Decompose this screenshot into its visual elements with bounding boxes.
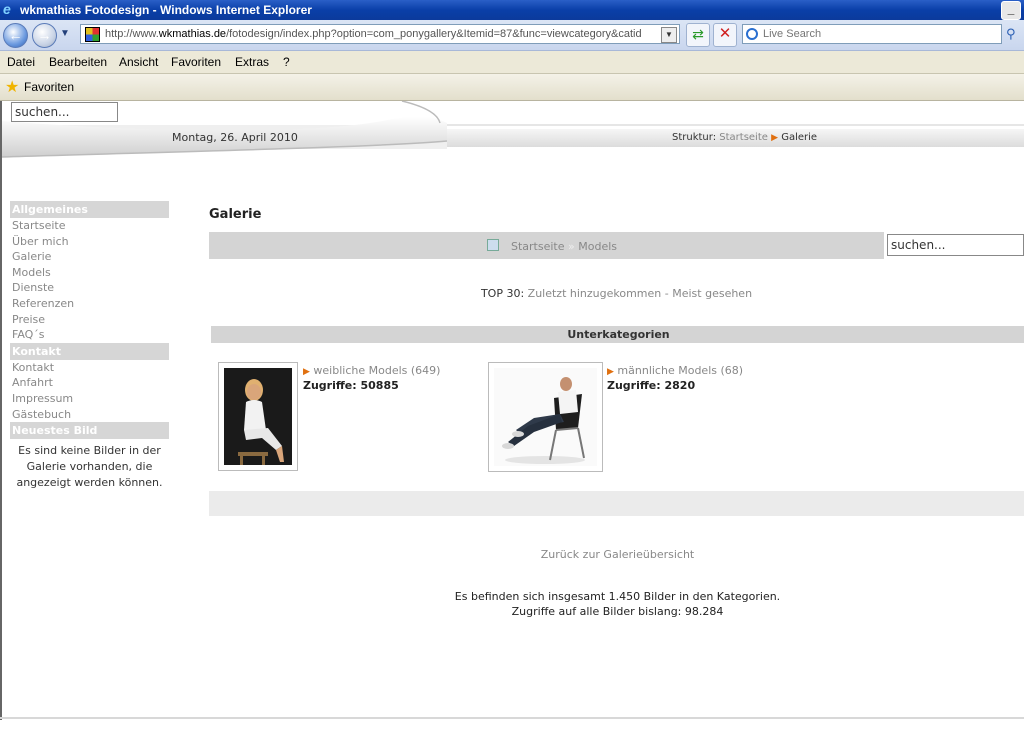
sidebar-item-referenzen[interactable]: Referenzen — [10, 296, 169, 312]
sidebar-heading-kontakt: Kontakt — [10, 342, 169, 360]
sidebar-item-dienste[interactable]: Dienste — [10, 280, 169, 296]
menu-extras[interactable]: Extras — [235, 55, 269, 69]
category-thumbnail-male[interactable] — [488, 362, 603, 472]
breadcrumb: Struktur: Startseite ▶ Galerie — [447, 129, 1024, 147]
breadcrumb-home-link[interactable]: Startseite — [719, 132, 768, 143]
latest-added-link[interactable]: Zuletzt hinzugekommen — [528, 287, 662, 300]
category-info-male: ▶ männliche Models (68) Zugriffe: 2820 — [607, 364, 743, 392]
forward-arrow-icon: → — [37, 27, 52, 43]
page-title: Galerie — [209, 207, 262, 222]
category-link-female[interactable]: weibliche Models (649) — [313, 364, 440, 377]
gallery-breadcrumb-bar: Startseite » Models — [209, 232, 884, 259]
address-dropdown-icon[interactable]: ▼ — [661, 27, 677, 43]
minimize-button[interactable]: _ — [1001, 1, 1021, 20]
address-url[interactable]: http://www.wkmathias.de/fotodesign/index… — [105, 28, 660, 40]
refresh-icon: ⇄ — [692, 26, 704, 42]
breadcrumb-arrow-icon: ▶ — [771, 133, 779, 143]
breadcrumb-label: Struktur: — [672, 132, 717, 143]
stop-button[interactable]: ✕ — [713, 23, 737, 47]
subcategories-heading: Unterkategorien — [211, 326, 1024, 343]
gallery-stats: Es befinden sich insgesamt 1.450 Bilder … — [209, 589, 1024, 619]
menu-bearbeiten[interactable]: Bearbeiten — [49, 55, 107, 69]
sidebar-item-gaestebuch[interactable]: Gästebuch — [10, 407, 169, 423]
menu-bar: Datei Bearbeiten Ansicht Favoriten Extra… — [0, 51, 1024, 74]
site-favicon-icon — [85, 27, 100, 42]
newest-image-message: Es sind keine Bilder in der Galerie vorh… — [16, 444, 163, 490]
sidebar-item-ueber-mich[interactable]: Über mich — [10, 234, 169, 250]
menu-ansicht[interactable]: Ansicht — [119, 55, 158, 69]
address-bar[interactable]: http://www.wkmathias.de/fotodesign/index… — [80, 24, 680, 44]
sidebar-heading-allgemeines: Allgemeines — [10, 201, 169, 218]
female-model-photo — [224, 368, 292, 465]
live-search-input[interactable] — [763, 27, 993, 41]
search-magnifier-icon[interactable]: ⚲ — [1006, 26, 1016, 42]
sidebar-item-startseite[interactable]: Startseite — [10, 218, 169, 234]
top30-links: TOP 30: Zuletzt hinzugekommen - Meist ge… — [209, 287, 1024, 300]
sidebar-item-galerie[interactable]: Galerie — [10, 249, 169, 265]
favorites-button[interactable]: Favoriten — [24, 80, 74, 94]
sidebar-item-preise[interactable]: Preise — [10, 312, 169, 328]
forward-button[interactable]: → — [32, 23, 57, 48]
live-search-logo-icon — [746, 28, 758, 40]
menu-datei[interactable]: Datei — [7, 55, 35, 69]
status-bar-edge — [0, 717, 1024, 719]
window-titlebar: e wkmathias Fotodesign - Windows Interne… — [0, 0, 1024, 20]
sidebar-item-impressum[interactable]: Impressum — [10, 391, 169, 407]
category-arrow-icon: ▶ — [607, 367, 614, 377]
top30-label: TOP 30: — [480, 287, 525, 300]
category-hits-female: Zugriffe: 50885 — [303, 379, 399, 392]
page-content: Montag, 26. April 2010 Struktur: Startse… — [0, 101, 1024, 720]
breadcrumb-current: Galerie — [781, 132, 818, 143]
sidebar-item-faq[interactable]: FAQ´s — [10, 327, 169, 343]
category-hits-male: Zugriffe: 2820 — [607, 379, 696, 392]
gallery-search-input[interactable] — [887, 234, 1024, 256]
history-dropdown-icon[interactable]: ▼ — [60, 28, 70, 39]
top30-separator: - — [661, 287, 673, 300]
back-button[interactable]: ← — [3, 23, 28, 48]
category-arrow-icon: ▶ — [303, 367, 310, 377]
back-arrow-icon: ← — [8, 27, 23, 43]
header-search-input[interactable] — [11, 102, 118, 122]
sidebar-heading-neuestes-bild: Neuestes Bild — [10, 422, 169, 440]
live-search-box — [742, 24, 1002, 44]
male-model-photo — [494, 368, 597, 466]
sidebar-item-anfahrt[interactable]: Anfahrt — [10, 375, 169, 391]
window-title: wkmathias Fotodesign - Windows Internet … — [20, 3, 312, 17]
stop-icon: ✕ — [718, 25, 732, 42]
stats-total-images: Es befinden sich insgesamt 1.450 Bilder … — [454, 590, 781, 603]
sidebar-item-models[interactable]: Models — [10, 265, 169, 281]
favorites-bar: ★ Favoriten — [0, 74, 1024, 101]
pagination-strip — [209, 491, 1024, 516]
site-header: Montag, 26. April 2010 Struktur: Startse… — [2, 101, 1024, 161]
favorites-star-icon[interactable]: ★ — [5, 77, 19, 97]
navigation-bar: ← → ▼ http://www.wkmathias.de/fotodesign… — [0, 20, 1024, 51]
category-thumbnail-female[interactable] — [218, 362, 298, 471]
current-date: Montag, 26. April 2010 — [172, 131, 298, 144]
gallery-crumb-home[interactable]: Startseite — [511, 240, 565, 253]
category-link-male[interactable]: männliche Models (68) — [617, 364, 743, 377]
menu-help[interactable]: ? — [283, 55, 290, 69]
sidebar-item-kontakt[interactable]: Kontakt — [10, 360, 169, 376]
gallery-crumb-current: Models — [578, 240, 618, 253]
most-viewed-link[interactable]: Meist gesehen — [672, 287, 752, 300]
category-info-female: ▶ weibliche Models (649) Zugriffe: 50885 — [303, 364, 440, 392]
back-to-gallery-link[interactable]: Zurück zur Galerieübersicht — [209, 548, 1024, 561]
sidebar: Allgemeines Startseite Über mich Galerie… — [10, 201, 169, 491]
refresh-button[interactable]: ⇄ — [686, 23, 710, 47]
gallery-crumb-separator: » — [568, 240, 575, 253]
stats-total-hits: Zugriffe auf alle Bilder bislang: 98.284 — [511, 605, 724, 618]
ie-logo-icon: e — [3, 1, 11, 17]
gallery-home-icon — [487, 239, 499, 251]
menu-favoriten[interactable]: Favoriten — [171, 55, 221, 69]
